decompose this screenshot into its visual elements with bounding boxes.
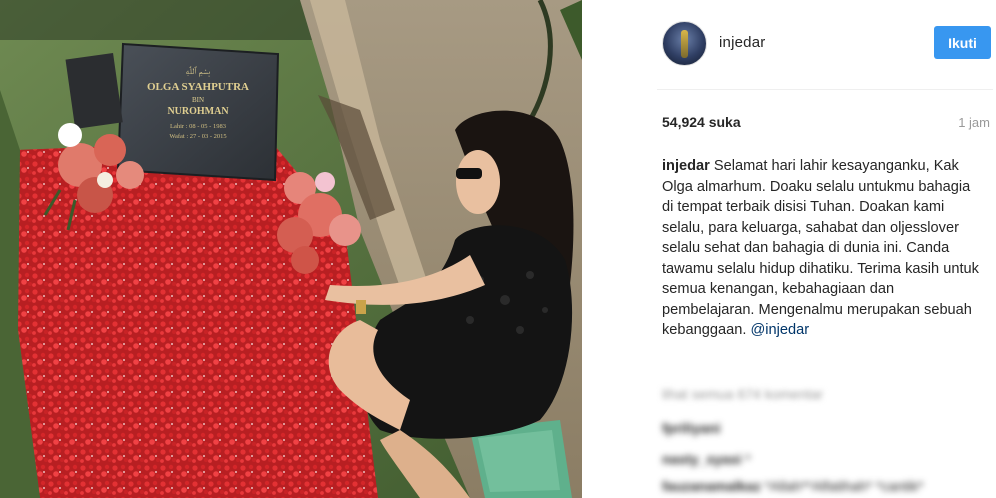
comment-text: * xyxy=(745,451,751,467)
headstone-line-5: Wafat : 27 - 03 - 2015 xyxy=(169,133,226,140)
headstone-line-1: OLGA SYAHPUTRA xyxy=(147,81,249,93)
comment-text: *Allah**Alfatihah* *cantik* xyxy=(764,478,924,494)
post-timestamp[interactable]: 1 jam xyxy=(958,115,990,130)
post-header: injedar Ikuti xyxy=(582,0,996,88)
comment-username[interactable]: nasty_syasi xyxy=(662,451,741,467)
headstone-line-4: Lahir : 08 - 05 - 1983 xyxy=(170,123,226,130)
header-divider xyxy=(657,89,993,90)
caption-username[interactable]: injedar xyxy=(662,158,710,174)
caption-text: Selamat hari lahir kesayanganku, Kak Olg… xyxy=(662,158,979,338)
post-details-panel: injedar Ikuti 54,924 suka 1 jam injedar S… xyxy=(582,0,996,498)
post-caption: injedar Selamat hari lahir kesayanganku, … xyxy=(662,156,980,341)
comment-username[interactable]: fauzanamalkaz xyxy=(662,478,761,494)
comment-row: fpriliyani xyxy=(662,420,720,436)
headstone-line-2: BIN xyxy=(192,96,204,104)
avatar-image xyxy=(681,30,688,58)
post-photo[interactable]: ﺑِﺴْﻢِ ﭐﻟﻠّٰﻪِ OLGA SYAHPUTRA BIN NUROHM… xyxy=(0,0,582,498)
follow-button[interactable]: Ikuti xyxy=(934,26,991,59)
headstone-line-3: NUROHMAN xyxy=(167,106,229,117)
comment-row: fauzanamalkaz *Allah**Alfatihah* *cantik… xyxy=(662,478,923,494)
headstone: ﺑِﺴْﻢِ ﭐﻟﻠّٰﻪِ OLGA SYAHPUTRA BIN NUROHM… xyxy=(116,42,280,182)
view-all-comments-link[interactable]: lihat semua 674 komentar xyxy=(662,386,823,402)
likes-count[interactable]: 54,924 suka xyxy=(662,114,741,130)
comment-row: nasty_syasi * xyxy=(662,451,751,467)
grave-photo-illustration: ﺑِﺴْﻢِ ﭐﻟﻠّٰﻪِ OLGA SYAHPUTRA BIN NUROHM… xyxy=(0,0,582,498)
comment-username[interactable]: fpriliyani xyxy=(662,420,720,436)
username-link[interactable]: injedar xyxy=(719,34,765,51)
caption-mention-link[interactable]: @injedar xyxy=(750,322,809,338)
avatar[interactable] xyxy=(662,21,707,66)
